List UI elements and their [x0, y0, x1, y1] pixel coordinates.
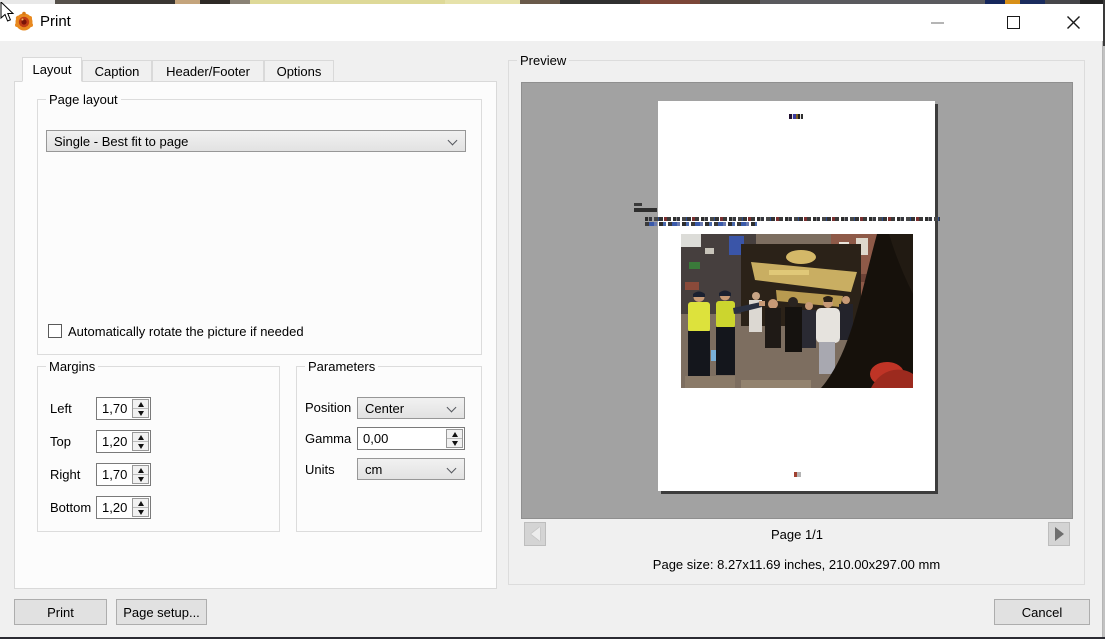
gamma-stepper	[357, 427, 465, 450]
tab-label: Layout	[32, 62, 72, 77]
preview-caption-line	[645, 217, 940, 221]
parameters-group: Parameters Position Center Gamma Units c…	[296, 359, 482, 532]
xnview-app-icon	[15, 11, 33, 31]
tab-label: Options	[276, 63, 322, 79]
spin-down-icon	[137, 509, 144, 515]
margins-group: Margins Left Top Right	[37, 359, 280, 532]
chevron-down-icon	[446, 463, 457, 474]
cancel-button-label: Cancel	[1021, 604, 1063, 620]
tab-label: Caption	[94, 63, 140, 79]
units-selected-value: cm	[365, 461, 383, 477]
page-setup-button-label: Page setup...	[123, 604, 200, 620]
auto-rotate-label: Automatically rotate the picture if need…	[68, 324, 304, 339]
gamma-input[interactable]	[358, 428, 445, 449]
page-layout-selected-value: Single - Best fit to page	[54, 133, 189, 149]
spin-down-icon	[137, 476, 144, 482]
tab-layout[interactable]: Layout	[22, 57, 82, 82]
spin-down-button[interactable]	[133, 507, 148, 516]
margin-bottom-input[interactable]	[97, 497, 131, 518]
units-label: Units	[305, 462, 335, 477]
preview-photo	[681, 234, 913, 388]
spin-up-button[interactable]	[133, 433, 148, 441]
title-bar: Print	[0, 4, 1103, 41]
spin-down-icon	[451, 440, 458, 446]
close-icon	[1066, 16, 1080, 29]
auto-rotate-checkbox[interactable]	[48, 324, 62, 338]
margin-left-spin	[132, 399, 149, 418]
margin-right-label: Right	[50, 467, 81, 482]
page-layout-group-label: Page layout	[46, 92, 121, 107]
margin-right-spin	[132, 465, 149, 484]
position-select[interactable]: Center	[357, 397, 465, 419]
position-label: Position	[305, 400, 352, 415]
minimize-button[interactable]	[914, 4, 960, 41]
tab-options[interactable]: Options	[264, 60, 334, 82]
spin-up-button[interactable]	[447, 430, 462, 438]
mouse-cursor	[0, 2, 15, 22]
spin-down-button[interactable]	[133, 474, 148, 483]
page-layout-group: Page layout Single - Best fit to page Au…	[37, 92, 482, 355]
gamma-label: Gamma	[305, 431, 352, 446]
tab-header-footer[interactable]: Header/Footer	[152, 60, 264, 82]
spin-up-icon	[137, 500, 144, 506]
margin-bottom-spin	[132, 498, 149, 517]
preview-caption-line	[645, 222, 757, 226]
margin-right-stepper	[96, 463, 151, 486]
margin-top-stepper	[96, 430, 151, 453]
gamma-spin	[446, 429, 463, 448]
page-indicator: Page 1/1	[770, 527, 824, 542]
spin-down-button[interactable]	[133, 441, 148, 450]
margin-top-label: Top	[50, 434, 71, 449]
margin-top-input[interactable]	[97, 431, 131, 452]
margin-left-label: Left	[50, 401, 72, 416]
chevron-down-icon	[447, 135, 458, 146]
spin-up-icon	[137, 434, 144, 440]
margin-bottom-stepper	[96, 496, 151, 519]
margins-group-label: Margins	[46, 359, 99, 374]
spin-up-button[interactable]	[133, 400, 148, 408]
print-button[interactable]: Print	[14, 599, 107, 625]
preview-caption-text	[634, 208, 657, 212]
tab-label: Header/Footer	[166, 63, 250, 79]
units-select[interactable]: cm	[357, 458, 465, 480]
layout-tab-panel: Page layout Single - Best fit to page Au…	[14, 81, 497, 589]
print-button-label: Print	[47, 604, 74, 620]
spin-down-button[interactable]	[133, 408, 148, 417]
margin-left-input[interactable]	[97, 398, 131, 419]
window-title: Print	[40, 13, 71, 30]
preview-caption-text	[634, 203, 642, 206]
margin-right-input[interactable]	[97, 464, 131, 485]
spin-down-button[interactable]	[447, 438, 462, 447]
spin-up-button[interactable]	[133, 499, 148, 507]
position-selected-value: Center	[365, 400, 405, 416]
spin-up-button[interactable]	[133, 466, 148, 474]
spin-up-icon	[451, 431, 458, 437]
page-size-text: Page size: 8.27x11.69 inches, 210.00x297…	[652, 557, 941, 572]
page-layout-select[interactable]: Single - Best fit to page	[46, 130, 466, 152]
tab-caption[interactable]: Caption	[82, 60, 152, 82]
margin-bottom-label: Bottom	[50, 500, 92, 515]
parameters-group-label: Parameters	[305, 359, 379, 374]
preview-page-header-text	[789, 114, 803, 119]
preview-group-label: Preview	[517, 53, 570, 68]
minimize-icon	[930, 21, 944, 24]
chevron-down-icon	[446, 402, 457, 413]
maximize-icon	[1006, 16, 1020, 29]
preview-page-footer-mark	[794, 472, 801, 477]
maximize-button[interactable]	[990, 4, 1036, 41]
close-button[interactable]	[1050, 4, 1096, 41]
spin-down-icon	[137, 410, 144, 416]
margin-left-stepper	[96, 397, 151, 420]
spin-up-icon	[137, 401, 144, 407]
cancel-button[interactable]: Cancel	[994, 599, 1090, 625]
page-setup-button[interactable]: Page setup...	[116, 599, 207, 625]
spin-down-icon	[137, 443, 144, 449]
margin-top-spin	[132, 432, 149, 451]
spin-up-icon	[137, 467, 144, 473]
